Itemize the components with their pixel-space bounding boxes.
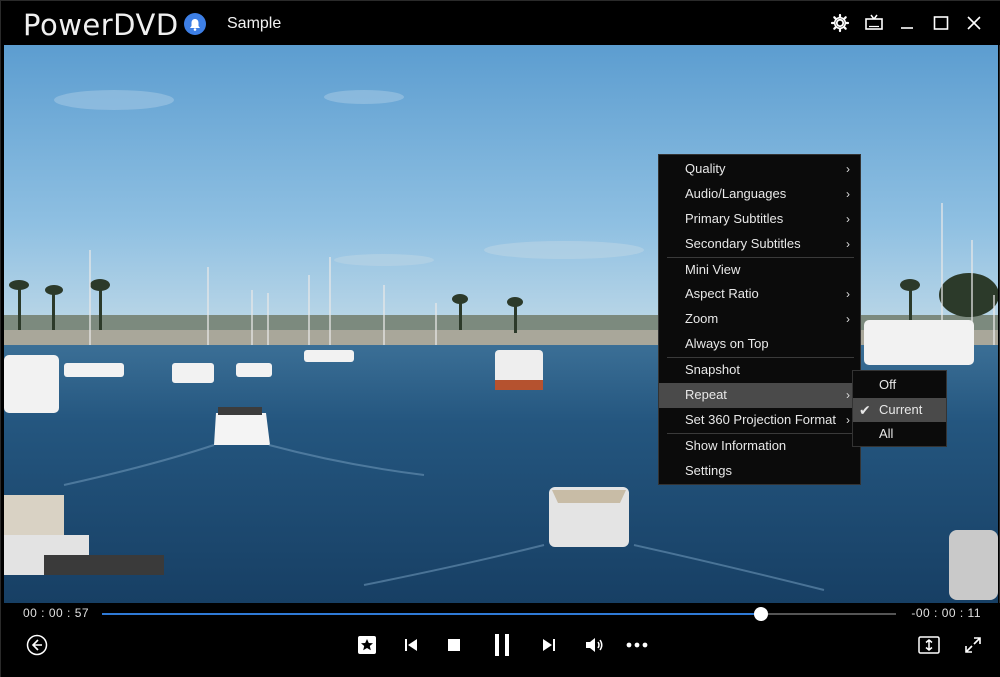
bookmark-star-icon[interactable] bbox=[353, 631, 381, 659]
seek-bar-thumb[interactable] bbox=[754, 607, 769, 621]
menu-item-secondary-subtitles[interactable]: Secondary Subtitles › bbox=[659, 232, 860, 257]
chevron-right-icon: › bbox=[846, 312, 850, 327]
stop-icon[interactable] bbox=[440, 631, 468, 659]
remaining-time: -00 : 00 : 11 bbox=[911, 606, 981, 620]
chevron-right-icon: › bbox=[846, 211, 850, 226]
menu-item-label: Aspect Ratio bbox=[685, 286, 759, 302]
repeat-submenu: Off ✔ Current All bbox=[852, 370, 947, 447]
chevron-right-icon: › bbox=[846, 186, 850, 201]
chevron-right-icon: › bbox=[846, 162, 850, 176]
seek-bar[interactable] bbox=[102, 607, 896, 621]
maximize-icon[interactable] bbox=[929, 11, 953, 35]
elapsed-time: 00 : 00 : 57 bbox=[23, 606, 90, 620]
bell-icon[interactable] bbox=[184, 13, 206, 35]
repeat-all-option[interactable]: All bbox=[853, 422, 946, 447]
settings-gear-icon[interactable] bbox=[828, 11, 852, 35]
app-logo: PowerDVD bbox=[23, 8, 179, 42]
repeat-current-option[interactable]: ✔ Current bbox=[853, 397, 946, 422]
chevron-right-icon: › bbox=[846, 412, 850, 427]
fullscreen-icon[interactable] bbox=[959, 631, 987, 659]
menu-item-settings[interactable]: Settings bbox=[659, 459, 860, 484]
menu-item-label: Set 360 Projection Format bbox=[685, 411, 837, 427]
chevron-right-icon: › bbox=[846, 287, 850, 302]
menu-item-label: Zoom bbox=[685, 311, 719, 327]
repeat-off-option[interactable]: Off bbox=[853, 373, 946, 398]
context-menu: Quality › Audio/Languages › Primary Subtit… bbox=[658, 154, 861, 485]
powerdvd-window: PowerDVD Sample Quality › Audio/Language… bbox=[0, 0, 1000, 677]
checkmark-icon: ✔ bbox=[859, 401, 871, 418]
menu-item-label: Audio/Languages bbox=[685, 185, 787, 201]
chevron-right-icon: › bbox=[846, 236, 850, 251]
menu-item-label: Mini View bbox=[685, 261, 741, 277]
menu-item-quality[interactable]: Quality › bbox=[659, 157, 860, 182]
chevron-right-icon: › bbox=[846, 388, 850, 403]
menu-item-primary-subtitles[interactable]: Primary Subtitles › bbox=[659, 207, 860, 232]
playback-controls: 00 : 00 : 57 -00 : 00 : 11 bbox=[1, 603, 1000, 677]
back-icon[interactable] bbox=[23, 631, 51, 659]
aspect-fit-icon[interactable] bbox=[915, 631, 943, 659]
menu-item-label: Show Information bbox=[685, 437, 787, 453]
next-icon[interactable] bbox=[535, 631, 563, 659]
menu-item-snapshot[interactable]: Snapshot bbox=[659, 358, 860, 383]
minimize-icon[interactable] bbox=[895, 11, 919, 35]
menu-item-label: Always on Top bbox=[685, 336, 769, 352]
menu-item-zoom[interactable]: Zoom › bbox=[659, 307, 860, 332]
menu-item-mini-view[interactable]: Mini View bbox=[659, 258, 860, 283]
close-icon[interactable] bbox=[962, 11, 986, 35]
tv-mode-icon[interactable] bbox=[862, 11, 886, 35]
menu-item-always-on-top[interactable]: Always on Top bbox=[659, 332, 860, 357]
pause-icon[interactable] bbox=[488, 631, 516, 659]
menu-item-aspect-ratio[interactable]: Aspect Ratio › bbox=[659, 282, 860, 307]
menu-item-label: Repeat bbox=[685, 387, 727, 403]
title-bar: PowerDVD Sample bbox=[1, 1, 1000, 45]
menu-item-audio-languages[interactable]: Audio/Languages › bbox=[659, 182, 860, 207]
previous-icon[interactable] bbox=[397, 631, 425, 659]
menu-item-label: Quality bbox=[685, 161, 726, 176]
submenu-item-label: Off bbox=[879, 377, 897, 392]
seek-bar-progress bbox=[102, 613, 762, 615]
menu-item-label: Settings bbox=[685, 462, 732, 478]
menu-item-label: Snapshot bbox=[685, 362, 740, 378]
submenu-item-label: All bbox=[879, 426, 894, 441]
menu-item-label: Primary Subtitles bbox=[685, 210, 784, 226]
menu-item-repeat[interactable]: Repeat › bbox=[659, 383, 860, 408]
menu-item-show-information[interactable]: Show Information bbox=[659, 434, 860, 459]
document-title: Sample bbox=[227, 15, 282, 32]
volume-icon[interactable] bbox=[580, 631, 608, 659]
menu-item-label: Secondary Subtitles bbox=[685, 235, 801, 251]
submenu-item-label: Current bbox=[879, 401, 923, 417]
menu-item-set-360-projection[interactable]: Set 360 Projection Format › bbox=[659, 408, 860, 433]
more-options-icon[interactable] bbox=[623, 631, 651, 659]
